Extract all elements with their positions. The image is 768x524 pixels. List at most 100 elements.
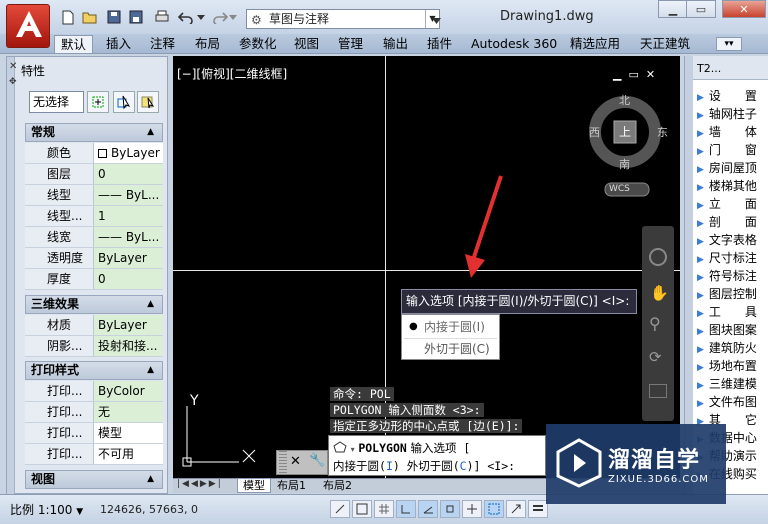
viewcube-top[interactable]: 上 bbox=[619, 123, 631, 140]
save-as-icon[interactable] bbox=[126, 8, 146, 26]
palette-item[interactable]: ▶ 剖 面 bbox=[697, 213, 768, 231]
close-icon[interactable]: ✕ bbox=[290, 454, 301, 469]
tab-insert[interactable]: 插入 bbox=[106, 35, 131, 53]
property-value[interactable]: ByLayer bbox=[93, 315, 163, 336]
property-value[interactable]: ByColor bbox=[93, 381, 163, 402]
dynamic-ucs-icon[interactable] bbox=[484, 500, 504, 518]
palette-item[interactable]: ▶ 房间屋顶 bbox=[697, 159, 768, 177]
palette-grip[interactable] bbox=[7, 57, 15, 495]
palette-item[interactable]: ▶ 工 具 bbox=[697, 303, 768, 321]
viewcube-south[interactable]: 南 bbox=[619, 156, 630, 172]
palette-item[interactable]: ▶ 三维建模 bbox=[697, 375, 768, 393]
tab-annotate[interactable]: 注释 bbox=[150, 35, 175, 53]
option-key-c[interactable]: C bbox=[460, 459, 467, 473]
viewport-window-controls[interactable]: ▁ ▭ ✕ bbox=[613, 68, 655, 81]
tab-model[interactable]: 模型 bbox=[237, 478, 271, 493]
plot-icon[interactable] bbox=[152, 8, 172, 26]
menu-item-circumscribed[interactable]: 外切于圆(C) bbox=[402, 338, 499, 360]
lineweight-icon[interactable] bbox=[528, 500, 548, 518]
palette-item[interactable]: ▶ 楼梯其他 bbox=[697, 177, 768, 195]
viewport-controls[interactable]: [−][俯视][二维线框] bbox=[177, 65, 287, 82]
palette-item[interactable]: ▶ 图块图案 bbox=[697, 321, 768, 339]
property-value[interactable]: 1 bbox=[93, 206, 163, 227]
grid-display-icon[interactable] bbox=[374, 500, 394, 518]
property-value[interactable]: 无 bbox=[93, 402, 163, 423]
open-file-icon[interactable] bbox=[80, 8, 100, 26]
snap-mode-icon[interactable] bbox=[352, 500, 372, 518]
object-snap-icon[interactable] bbox=[440, 500, 460, 518]
property-value[interactable]: 投射和接... bbox=[93, 336, 163, 357]
palette-item[interactable]: ▶ 文字表格 bbox=[697, 231, 768, 249]
layout-nav-arrows-icon[interactable]: |◀◀▶▶| bbox=[177, 479, 223, 489]
palette-item[interactable]: ▶ 立 面 bbox=[697, 195, 768, 213]
undo-icon[interactable] bbox=[176, 8, 196, 26]
property-row[interactable]: 厚度 0 bbox=[25, 269, 163, 290]
property-value[interactable]: 不可用 bbox=[93, 444, 163, 465]
viewcube-west[interactable]: 西 bbox=[589, 124, 600, 140]
property-value[interactable]: 模型 bbox=[93, 423, 163, 444]
tab-view[interactable]: 视图 bbox=[294, 35, 319, 53]
object-snap-tracking-icon[interactable] bbox=[462, 500, 482, 518]
polar-tracking-icon[interactable] bbox=[418, 500, 438, 518]
property-row[interactable]: 材质 ByLayer bbox=[25, 315, 163, 336]
wrench-icon[interactable]: 🔧 bbox=[309, 453, 325, 468]
option-key-i[interactable]: I bbox=[386, 459, 393, 473]
tab-plugins[interactable]: 插件 bbox=[427, 35, 452, 53]
pan-icon[interactable]: ✋ bbox=[650, 284, 669, 302]
tab-layout2[interactable]: 布局2 bbox=[323, 479, 352, 492]
drawing-area[interactable]: [−][俯视][二维线框] ▁ ▭ ✕ 北 南 东 西 上 WCS ✋ ⚲ ⟳ bbox=[173, 56, 680, 478]
property-row[interactable]: 透明度 ByLayer bbox=[25, 248, 163, 269]
tab-autodesk-360[interactable]: Autodesk 360 bbox=[471, 35, 557, 53]
property-value[interactable]: —— ByL... bbox=[93, 227, 163, 248]
property-row[interactable]: 线宽 —— ByL... bbox=[25, 227, 163, 248]
selection-dropdown[interactable]: 无选择 bbox=[29, 91, 84, 113]
property-value[interactable]: ByLayer bbox=[93, 143, 163, 164]
tab-layout1[interactable]: 布局1 bbox=[277, 479, 306, 492]
property-row[interactable]: 打印... 不可用 bbox=[25, 444, 163, 465]
orbit-icon[interactable]: ⟳ bbox=[649, 348, 662, 366]
select-objects-icon[interactable] bbox=[113, 91, 135, 113]
tab-layout[interactable]: 布局 bbox=[195, 35, 220, 53]
close-button[interactable]: ✕ bbox=[722, 0, 766, 18]
dynamic-input-icon[interactable] bbox=[506, 500, 526, 518]
palette-item[interactable]: ▶ 文件布图 bbox=[697, 393, 768, 411]
menu-item-inscribed[interactable]: ● 内接于圆(I) bbox=[402, 316, 499, 338]
property-row[interactable]: 打印... 模型 bbox=[25, 423, 163, 444]
property-value[interactable]: ByLayer bbox=[93, 248, 163, 269]
property-row[interactable]: 线型... 1 bbox=[25, 206, 163, 227]
property-value[interactable]: 0 bbox=[93, 164, 163, 185]
undo-dropdown-icon[interactable] bbox=[196, 8, 206, 26]
qat-customize-icon[interactable] bbox=[426, 12, 446, 30]
property-value[interactable]: 0 bbox=[93, 269, 163, 290]
tab-tangent-arch[interactable]: 天正建筑 bbox=[640, 35, 690, 53]
zoom-icon[interactable]: ⚲ bbox=[649, 314, 661, 333]
wcs-menu[interactable]: WCS bbox=[609, 184, 630, 194]
palette-pin-icon[interactable]: ✥ bbox=[9, 77, 17, 87]
toggle-pickadd-icon[interactable] bbox=[87, 91, 109, 113]
viewcube-east[interactable]: 东 bbox=[657, 124, 668, 140]
minimize-button[interactable]: ▁ bbox=[658, 0, 688, 18]
property-row[interactable]: 图层 0 bbox=[25, 164, 163, 185]
new-file-icon[interactable] bbox=[58, 8, 78, 26]
palette-item[interactable]: ▶ 场地布置 bbox=[697, 357, 768, 375]
palette-item[interactable]: ▶ 轴网柱子 bbox=[697, 105, 768, 123]
section-view[interactable]: 视图 ▲ bbox=[25, 470, 163, 489]
annotation-scale[interactable]: 比例 1:100 ▼ bbox=[10, 501, 83, 518]
tab-default[interactable]: 默认 bbox=[54, 35, 94, 53]
quick-select-icon[interactable] bbox=[137, 91, 159, 113]
property-row[interactable]: 线型 —— ByL... bbox=[25, 185, 163, 206]
viewcube-north[interactable]: 北 bbox=[619, 92, 630, 108]
property-row[interactable]: 打印... ByColor bbox=[25, 381, 163, 402]
section-3d-effects[interactable]: 三维效果 ▲ bbox=[25, 295, 163, 314]
palette-close-icon[interactable]: ✕ bbox=[9, 61, 17, 72]
palette-item[interactable]: ▶ 建筑防火 bbox=[697, 339, 768, 357]
palette-item[interactable]: ▶ 墙 体 bbox=[697, 123, 768, 141]
palette-item[interactable]: ▶ 门 窗 bbox=[697, 141, 768, 159]
property-row[interactable]: 打印... 无 bbox=[25, 402, 163, 423]
save-icon[interactable] bbox=[104, 8, 124, 26]
tab-parametric[interactable]: 参数化 bbox=[239, 35, 277, 53]
property-row[interactable]: 颜色 ByLayer bbox=[25, 143, 163, 164]
tab-output[interactable]: 输出 bbox=[383, 35, 408, 53]
tab-manage[interactable]: 管理 bbox=[338, 35, 363, 53]
workspace-select[interactable]: ⚙ 草图与注释 ▼ bbox=[246, 9, 440, 29]
